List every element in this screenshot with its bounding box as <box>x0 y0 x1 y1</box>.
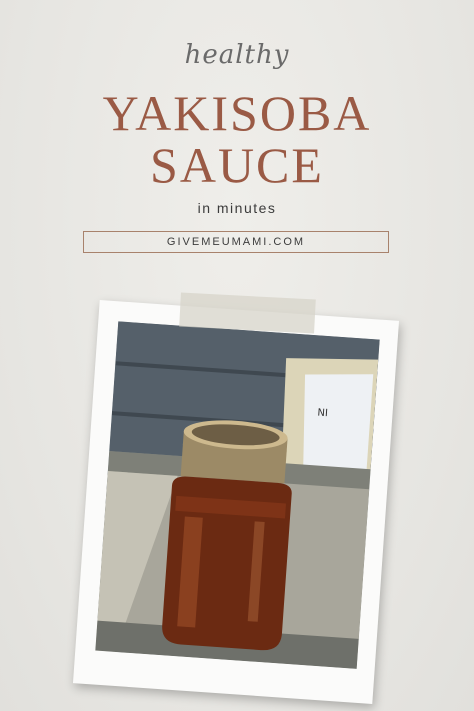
tagline: healthy <box>184 40 290 70</box>
title-line-1: YAKISOBA <box>102 85 372 141</box>
website-link[interactable]: GIVEMEUMAMI.COM <box>83 231 389 253</box>
tape-strip <box>179 292 316 334</box>
subtitle: in minutes <box>197 200 277 216</box>
polaroid-frame: NI <box>72 300 400 704</box>
photo-sauce-jar: NI <box>95 321 380 669</box>
website-label: GIVEMEUMAMI.COM <box>166 236 306 248</box>
title-line-2: SAUCE <box>150 137 324 193</box>
jar-illustration: NI <box>95 321 380 669</box>
pin-card: healthy YAKISOBA SAUCE in minutes GIVEME… <box>0 0 474 711</box>
svg-text:NI: NI <box>317 407 328 419</box>
